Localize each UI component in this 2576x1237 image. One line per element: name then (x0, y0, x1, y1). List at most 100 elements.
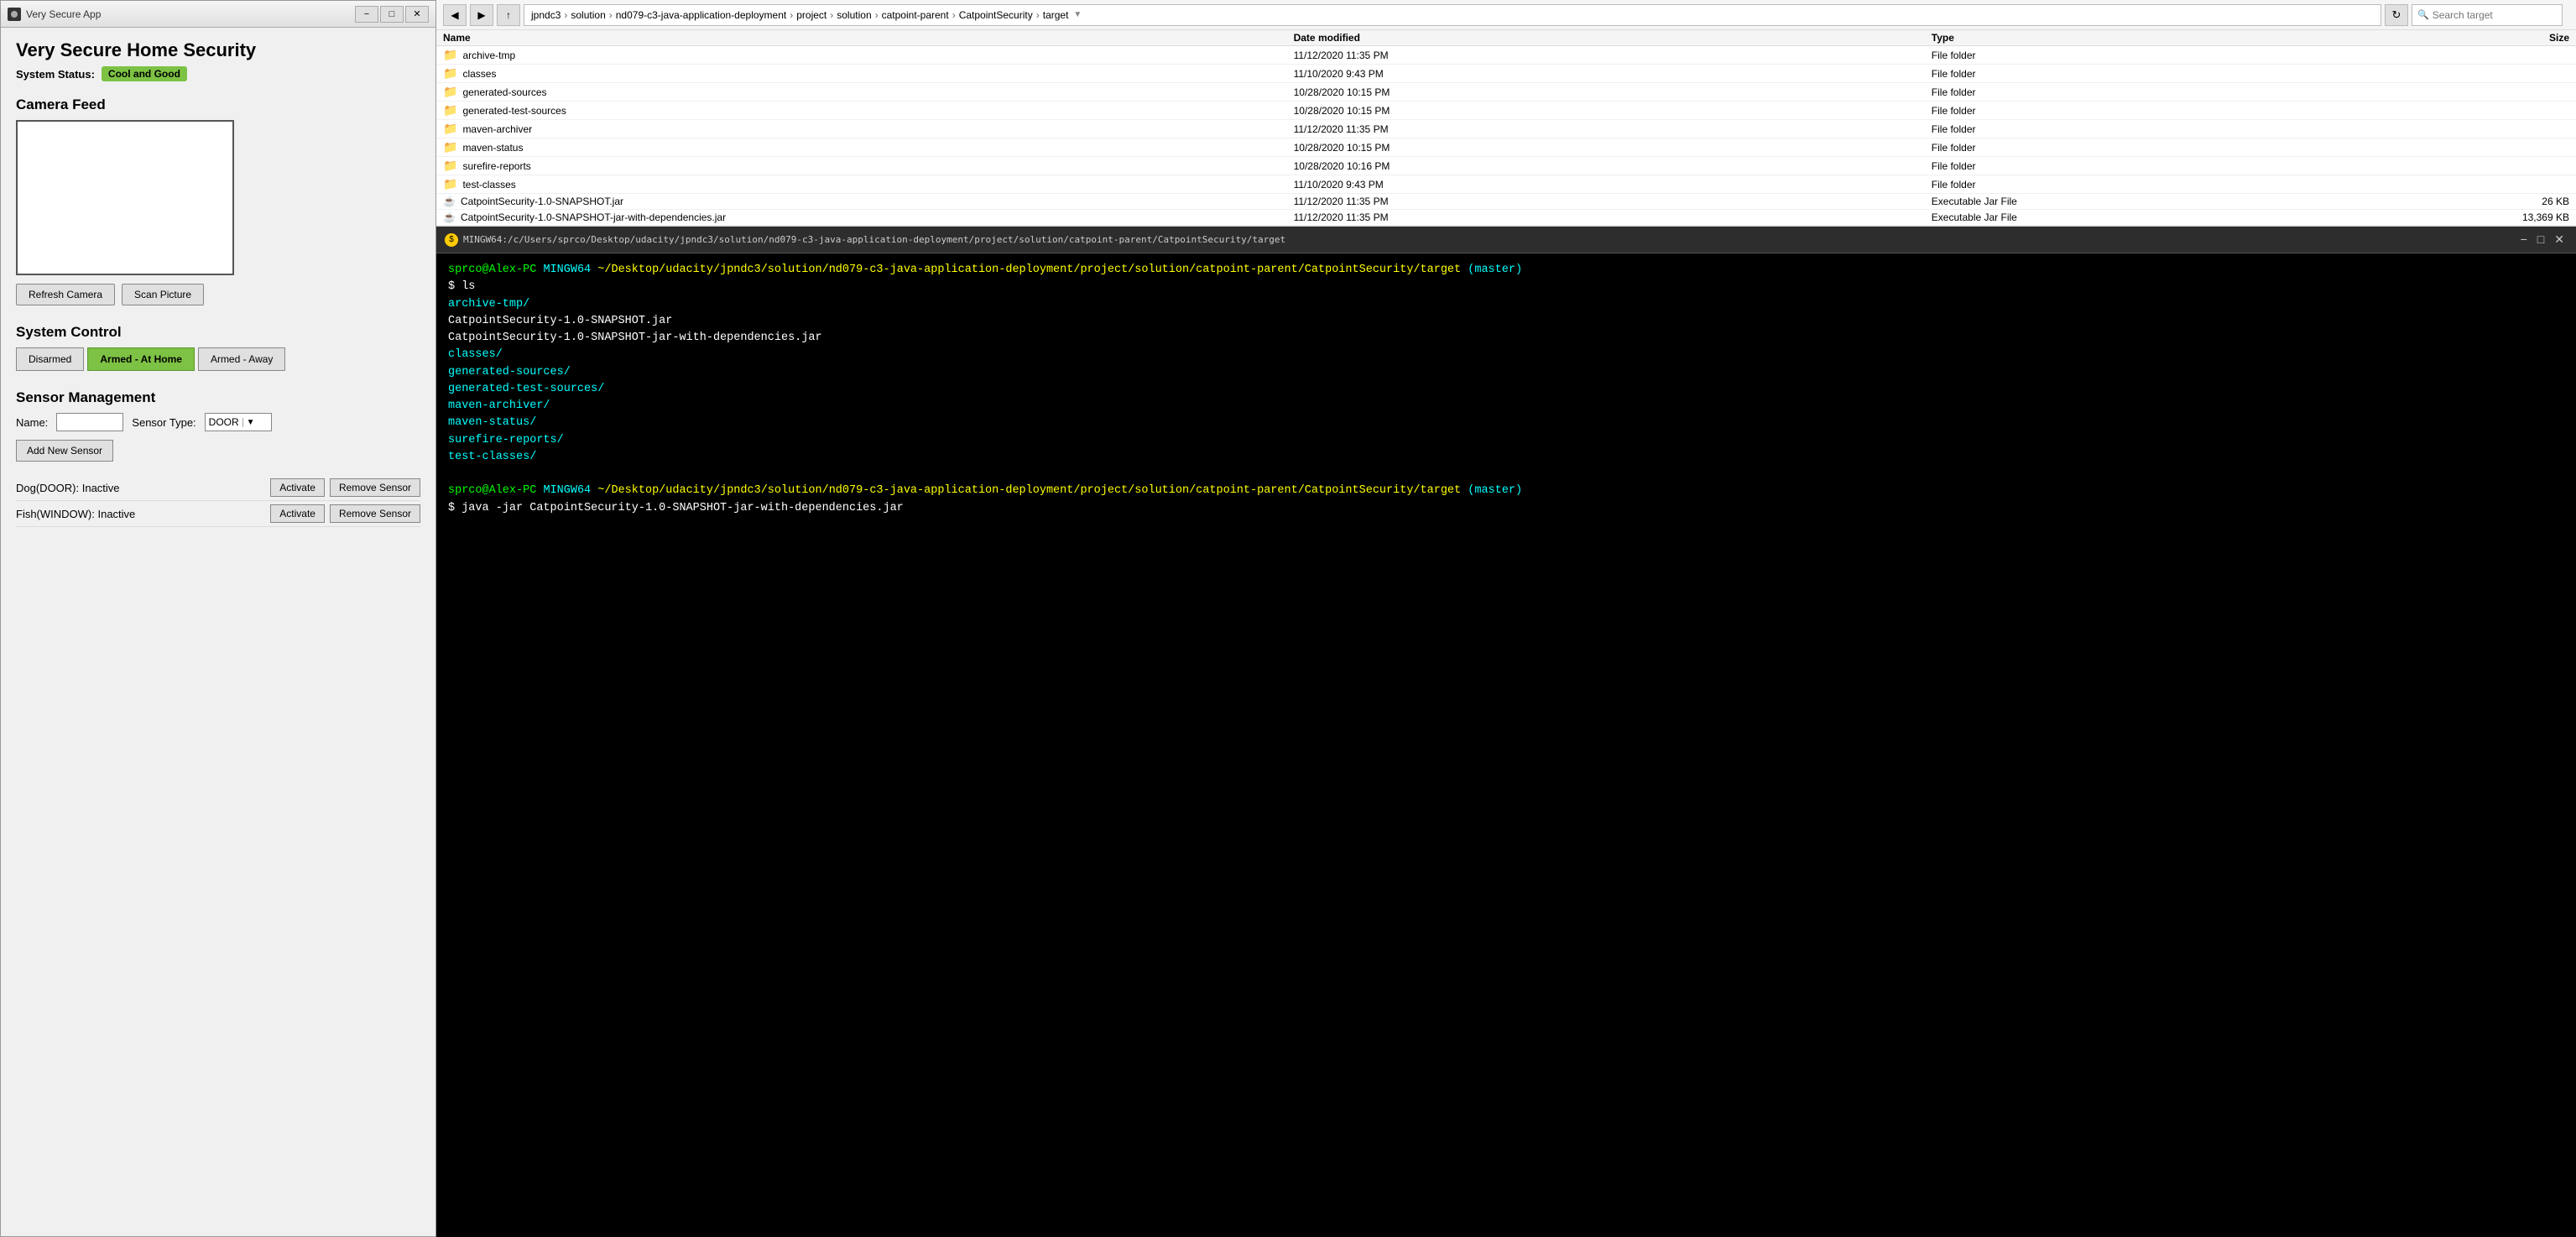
terminal-line (448, 466, 2564, 483)
nav-forward-button[interactable]: ▶ (470, 4, 493, 26)
breadcrumb-target[interactable]: target (1043, 9, 1069, 21)
file-name: ☕CatpointSecurity-1.0-SNAPSHOT.jar (443, 196, 1294, 207)
file-name: 📁generated-test-sources (443, 103, 1294, 117)
file-name: 📁classes (443, 66, 1294, 81)
file-type: File folder (1932, 142, 2357, 154)
terminal-icon: $ (445, 233, 458, 247)
file-row[interactable]: 📁archive-tmp11/12/2020 11:35 PMFile fold… (436, 46, 2576, 65)
system-control-title: System Control (16, 324, 420, 341)
scan-picture-button[interactable]: Scan Picture (122, 284, 204, 305)
terminal-line: generated-sources/ (448, 364, 2564, 381)
folder-icon: 📁 (443, 48, 457, 62)
explorer-toolbar: ↻ 🔍 (2385, 4, 2569, 26)
col-header-type[interactable]: Type (1932, 32, 2357, 44)
app-main-title: Very Secure Home Security (16, 39, 420, 61)
file-row[interactable]: 📁maven-status10/28/2020 10:15 PMFile fol… (436, 138, 2576, 157)
disarmed-button[interactable]: Disarmed (16, 347, 84, 371)
terminal-line: $ ls (448, 279, 2564, 295)
terminal-controls: − □ ✕ (2517, 232, 2568, 247)
activate-dog-button[interactable]: Activate (270, 478, 325, 497)
file-row[interactable]: 📁maven-archiver11/12/2020 11:35 PMFile f… (436, 120, 2576, 138)
file-row[interactable]: 📁surefire-reports10/28/2020 10:16 PMFile… (436, 157, 2576, 175)
terminal-line: CatpointSecurity-1.0-SNAPSHOT-jar-with-d… (448, 330, 2564, 347)
file-row[interactable]: ☕CatpointSecurity-1.0-SNAPSHOT-jar-with-… (436, 210, 2576, 226)
remove-fish-button[interactable]: Remove Sensor (330, 504, 420, 523)
system-status-row: System Status: Cool and Good (16, 66, 420, 81)
app-window: Very Secure App − □ ✕ Very Secure Home S… (0, 0, 436, 1237)
col-header-date[interactable]: Date modified (1294, 32, 1932, 44)
terminal-line: surefire-reports/ (448, 432, 2564, 449)
file-type: Executable Jar File (1932, 196, 2357, 207)
terminal-maximize-button[interactable]: □ (2534, 232, 2547, 247)
search-input[interactable] (2433, 9, 2557, 21)
refresh-camera-button[interactable]: Refresh Camera (16, 284, 115, 305)
file-type: Executable Jar File (1932, 211, 2357, 223)
file-row[interactable]: ☕CatpointSecurity-1.0-SNAPSHOT.jar11/12/… (436, 194, 2576, 210)
terminal-close-button[interactable]: ✕ (2551, 232, 2568, 247)
select-arrow-icon: ▼ (242, 418, 255, 427)
camera-feed-title: Camera Feed (16, 97, 420, 113)
breadcrumb-jpndc3[interactable]: jpndc3 (531, 9, 561, 21)
breadcrumb-solution2[interactable]: solution (837, 9, 871, 21)
file-date: 11/12/2020 11:35 PM (1294, 50, 1932, 61)
terminal-line: maven-archiver/ (448, 398, 2564, 415)
file-date: 11/12/2020 11:35 PM (1294, 196, 1932, 207)
explorer-nav: ◀ ▶ ↑ jpndc3 › solution › nd079-c3-java-… (436, 0, 2576, 30)
app-title: Very Secure App (26, 8, 101, 20)
breadcrumb-catpoint-parent[interactable]: catpoint-parent (882, 9, 949, 21)
file-type: File folder (1932, 86, 2357, 98)
terminal-minimize-button[interactable]: − (2517, 232, 2531, 247)
terminal-line: test-classes/ (448, 449, 2564, 466)
sensor-name-fish: Fish(WINDOW): Inactive (16, 508, 270, 520)
nav-back-button[interactable]: ◀ (443, 4, 467, 26)
refresh-explorer-button[interactable]: ↻ (2385, 4, 2408, 26)
breadcrumb-project[interactable]: project (796, 9, 827, 21)
file-row[interactable]: 📁classes11/10/2020 9:43 PMFile folder (436, 65, 2576, 83)
terminal-title-text: MINGW64:/c/Users/sprco/Desktop/udacity/j… (463, 234, 1285, 245)
close-button[interactable]: ✕ (405, 6, 429, 23)
folder-icon: 📁 (443, 177, 457, 191)
terminal-line: $ java -jar CatpointSecurity-1.0-SNAPSHO… (448, 500, 2564, 517)
sensor-type-select[interactable]: DOOR ▼ (205, 413, 272, 431)
app-icon (8, 8, 21, 21)
breadcrumb-catpoint-security[interactable]: CatpointSecurity (959, 9, 1033, 21)
remove-dog-button[interactable]: Remove Sensor (330, 478, 420, 497)
col-header-name[interactable]: Name (443, 32, 1294, 44)
terminal-line: sprco@Alex-PC MINGW64 ~/Desktop/udacity/… (448, 262, 2564, 279)
file-row[interactable]: 📁test-classes11/10/2020 9:43 PMFile fold… (436, 175, 2576, 194)
armed-away-button[interactable]: Armed - Away (198, 347, 285, 371)
nav-up-button[interactable]: ↑ (497, 4, 520, 26)
breadcrumb-deployment[interactable]: nd079-c3-java-application-deployment (616, 9, 786, 21)
sensor-name-input[interactable] (56, 413, 123, 431)
folder-icon: 📁 (443, 122, 457, 136)
file-name: 📁maven-status (443, 140, 1294, 154)
app-content: Very Secure Home Security System Status:… (1, 28, 435, 1236)
folder-icon: 📁 (443, 66, 457, 81)
col-header-size[interactable]: Size (2357, 32, 2569, 44)
file-type: File folder (1932, 68, 2357, 80)
file-name: 📁archive-tmp (443, 48, 1294, 62)
minimize-button[interactable]: − (355, 6, 378, 23)
terminal-line: classes/ (448, 347, 2564, 363)
maximize-button[interactable]: □ (380, 6, 404, 23)
file-row[interactable]: 📁generated-sources10/28/2020 10:15 PMFil… (436, 83, 2576, 102)
sensor-form: Name: Sensor Type: DOOR ▼ (16, 413, 420, 431)
terminal-line: maven-status/ (448, 415, 2564, 431)
file-type: File folder (1932, 123, 2357, 135)
activate-fish-button[interactable]: Activate (270, 504, 325, 523)
file-date: 10/28/2020 10:16 PM (1294, 160, 1932, 172)
terminal-title-left: $ MINGW64:/c/Users/sprco/Desktop/udacity… (445, 233, 1285, 247)
title-bar-controls: − □ ✕ (355, 6, 429, 23)
file-type: File folder (1932, 179, 2357, 191)
breadcrumb-solution[interactable]: solution (571, 9, 605, 21)
sensor-actions-dog: Activate Remove Sensor (270, 478, 420, 497)
folder-icon: 📁 (443, 85, 457, 99)
sensor-row: Fish(WINDOW): Inactive Activate Remove S… (16, 501, 420, 527)
armed-at-home-button[interactable]: Armed - At Home (87, 347, 195, 371)
system-control-buttons: Disarmed Armed - At Home Armed - Away (16, 347, 420, 371)
terminal-line: archive-tmp/ (448, 296, 2564, 313)
add-sensor-button[interactable]: Add New Sensor (16, 440, 113, 462)
file-row[interactable]: 📁generated-test-sources10/28/2020 10:15 … (436, 102, 2576, 120)
sensor-type-label: Sensor Type: (132, 416, 196, 429)
explorer-body: 📁archive-tmp11/12/2020 11:35 PMFile fold… (436, 46, 2576, 226)
